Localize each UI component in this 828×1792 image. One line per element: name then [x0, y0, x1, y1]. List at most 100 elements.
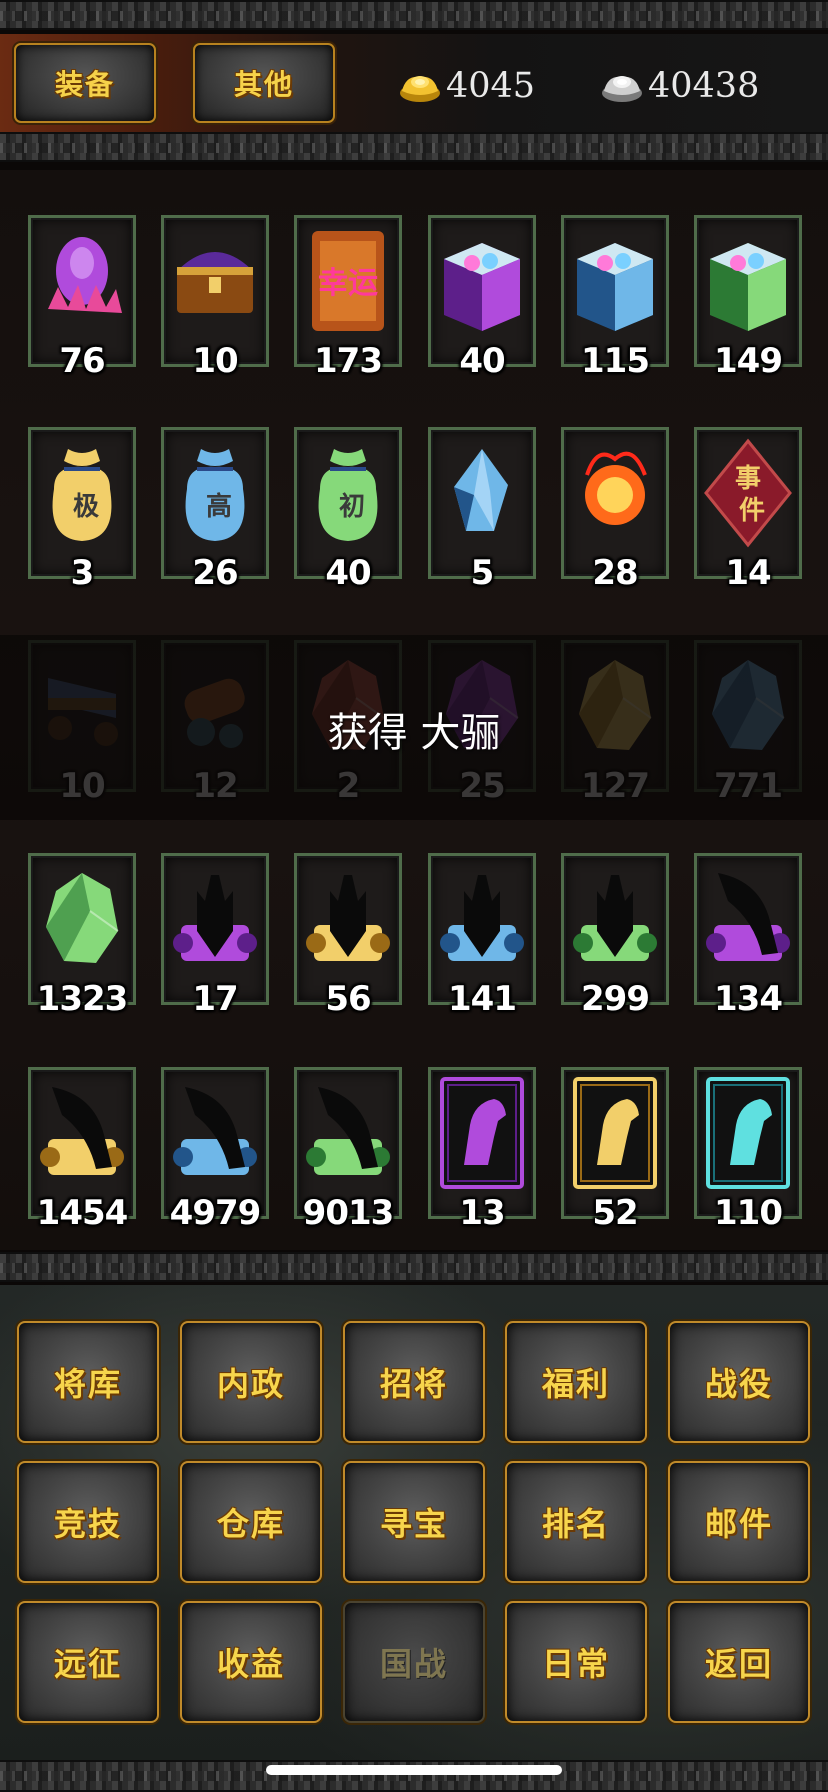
treasure-chest-icon [177, 252, 253, 313]
item-count: 52 [592, 1193, 638, 1233]
inventory-item[interactable]: 56 [294, 853, 402, 1019]
item-count: 9013 [302, 1193, 395, 1233]
menu-button[interactable]: 排名 [505, 1461, 647, 1583]
menu-button[interactable]: 竞技 [17, 1461, 159, 1583]
lucky-bag-icon: 幸运 [312, 231, 384, 331]
item-count: 40 [459, 341, 505, 381]
svg-text:件: 件 [739, 496, 765, 526]
green-helm-scroll-icon [573, 875, 657, 961]
home-indicator[interactable] [266, 1765, 562, 1775]
inventory-item[interactable]: 40 [428, 215, 536, 381]
purple-egg-icon [48, 237, 122, 313]
gold-blade-scroll-icon [40, 1087, 124, 1175]
inventory-item[interactable]: 高 26 [161, 427, 269, 593]
item-count: 3 [70, 553, 95, 593]
inventory-item[interactable]: 141 [428, 853, 536, 1019]
inventory-item[interactable]: 5 [428, 427, 536, 593]
purple-horse-card-icon [440, 1077, 524, 1189]
item-count: 17 [192, 979, 238, 1019]
inventory-item[interactable]: 9013 [294, 1067, 402, 1233]
blue-helm-scroll-icon [440, 875, 524, 961]
green-blade-scroll-icon [306, 1087, 390, 1175]
item-count: 28 [592, 553, 638, 593]
blue-blade-scroll-icon [173, 1087, 257, 1175]
acquired-notice: 获得 大骊 [327, 710, 501, 756]
item-count: 141 [448, 979, 517, 1019]
top-border-band [0, 0, 828, 30]
cyan-horse-card-icon [706, 1077, 790, 1189]
inventory-item[interactable]: 149 [694, 215, 802, 381]
menu-button[interactable]: 远征 [17, 1601, 159, 1723]
gold-horse-card-icon [573, 1077, 657, 1189]
svg-text:事: 事 [735, 464, 761, 494]
item-count: 13 [459, 1193, 505, 1233]
inventory-item[interactable]: 134 [694, 853, 802, 1019]
item-count: 40 [325, 553, 371, 593]
menu-button[interactable]: 将库 [17, 1321, 159, 1443]
svg-text:初: 初 [339, 492, 365, 522]
menu-button[interactable]: 返回 [668, 1601, 810, 1723]
svg-text:极: 极 [73, 492, 100, 522]
item-count: 115 [581, 341, 650, 381]
menu-button[interactable]: 招将 [343, 1321, 485, 1443]
inventory-item[interactable]: 极3 [28, 427, 136, 593]
event-token-icon: 事件 [704, 438, 792, 548]
gold-helm-scroll-icon [306, 875, 390, 961]
inventory-item[interactable]: 115 [561, 215, 669, 381]
item-count: 299 [581, 979, 650, 1019]
inventory-item[interactable]: 17 [161, 853, 269, 1019]
top-bar: 装备 其他 4045 40438 [0, 34, 828, 134]
inventory-item[interactable]: 52 [561, 1067, 669, 1233]
item-count: 26 [192, 553, 238, 593]
inventory-item[interactable]: 28 [561, 427, 669, 593]
item-count: 110 [714, 1193, 783, 1233]
inventory-item[interactable]: 1454 [28, 1067, 136, 1233]
menu-button[interactable]: 日常 [505, 1601, 647, 1723]
purple-helm-scroll-icon [173, 875, 257, 961]
menu-button[interactable]: 寻宝 [343, 1461, 485, 1583]
gold-pouch-icon: 极 [52, 449, 112, 541]
inventory-item[interactable]: 幸运 173 [294, 215, 402, 381]
inventory-item[interactable]: 4979 [161, 1067, 269, 1233]
inventory-item[interactable]: 初 40 [294, 427, 402, 593]
inventory-item[interactable]: 110 [694, 1067, 802, 1233]
main-menu: 将库 内政 招将 福利 战役竞技 仓库 寻宝 排名 邮件远征 收益 国战 日常 返回 [0, 1285, 828, 1763]
item-count: 56 [325, 979, 371, 1019]
svg-text:高: 高 [206, 491, 232, 522]
item-count: 14 [725, 553, 771, 593]
menu-button[interactable]: 福利 [505, 1321, 647, 1443]
item-count: 76 [59, 341, 105, 381]
inventory-item[interactable]: 299 [561, 853, 669, 1019]
blue-gem-box-icon [577, 243, 653, 331]
inventory-item[interactable]: 事件 14 [694, 427, 802, 593]
item-count: 134 [714, 979, 783, 1019]
item-count: 149 [714, 341, 783, 381]
menu-button[interactable]: 收益 [180, 1601, 322, 1723]
blue-crystal-icon [454, 449, 508, 531]
item-count: 5 [470, 553, 495, 593]
grid-bottom-band [0, 1252, 828, 1282]
purple-blade-scroll-icon [706, 873, 790, 961]
tab-other[interactable]: 其他 [193, 43, 335, 123]
inventory-item[interactable]: 1323 [28, 853, 136, 1019]
blue-pouch-icon: 高 [185, 449, 245, 541]
menu-button[interactable]: 邮件 [668, 1461, 810, 1583]
menu-button: 国战 [343, 1601, 485, 1723]
tab-equipment[interactable]: 装备 [14, 43, 156, 123]
menu-button[interactable]: 内政 [180, 1321, 322, 1443]
item-count: 173 [314, 341, 383, 381]
svg-text:幸运: 幸运 [318, 266, 378, 301]
menu-button[interactable]: 战役 [668, 1321, 810, 1443]
inventory-item[interactable]: 76 [28, 215, 136, 381]
inventory-item[interactable]: 10 [161, 215, 269, 381]
item-count: 1323 [36, 979, 129, 1019]
item-count: 1454 [36, 1193, 129, 1233]
menu-button[interactable]: 仓库 [180, 1461, 322, 1583]
green-ore-icon [46, 873, 119, 963]
fire-orb-icon [585, 451, 647, 525]
silver-ingot-icon [602, 76, 642, 102]
gold-ingot-icon [400, 76, 440, 102]
inventory-item[interactable]: 13 [428, 1067, 536, 1233]
green-pouch-icon: 初 [318, 449, 378, 541]
item-count: 10 [192, 341, 238, 381]
